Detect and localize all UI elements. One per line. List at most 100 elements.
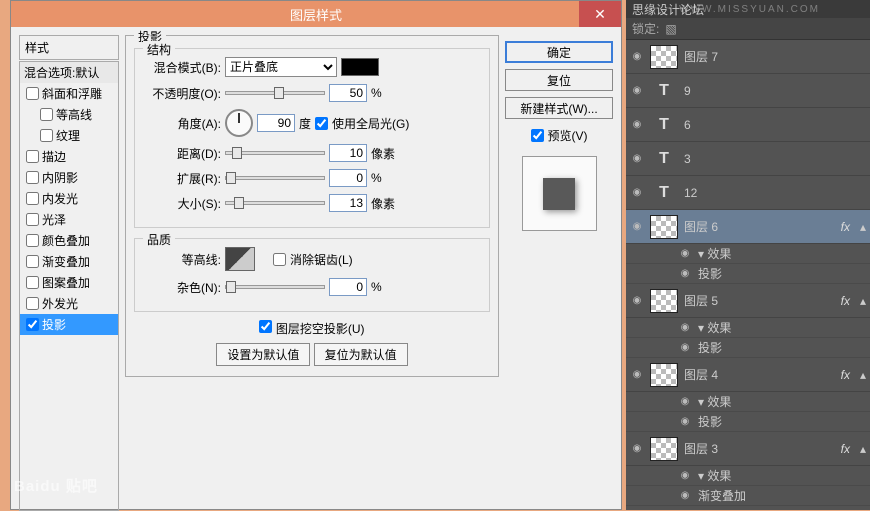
visibility-icon[interactable] [678,489,692,503]
style-checkbox[interactable] [26,150,39,163]
style-item-投影[interactable]: 投影 [20,314,118,335]
layer-row[interactable]: T12 [626,176,870,210]
fx-badge[interactable]: fx [841,368,850,382]
layer-effect-row[interactable]: ▾ 效果 [626,244,870,264]
style-item-内发光[interactable]: 内发光 [20,188,118,209]
expand-icon[interactable]: ▴ [860,220,866,234]
layer-effect-row[interactable]: 投影 [626,338,870,358]
spread-input[interactable] [329,169,367,187]
style-checkbox[interactable] [40,129,53,142]
style-item-外发光[interactable]: 外发光 [20,293,118,314]
layer-row[interactable]: 图层 6fx▴ [626,210,870,244]
visibility-icon[interactable] [678,321,692,335]
layer-thumbnail[interactable] [650,289,678,313]
layer-row[interactable]: 图层 3fx▴ [626,432,870,466]
noise-slider[interactable] [225,285,325,289]
style-item-图案叠加[interactable]: 图案叠加 [20,272,118,293]
style-checkbox[interactable] [26,234,39,247]
layer-row[interactable]: T6 [626,108,870,142]
close-button[interactable]: ✕ [579,1,621,27]
contour-picker[interactable] [225,247,255,271]
visibility-icon[interactable] [630,220,644,234]
visibility-icon[interactable] [630,152,644,166]
antialias-checkbox[interactable] [273,253,286,266]
layer-row[interactable]: 图层 5fx▴ [626,284,870,318]
expand-icon[interactable]: ▴ [860,442,866,456]
layer-effect-row[interactable]: 投影 [626,412,870,432]
fx-badge[interactable]: fx [841,442,850,456]
layer-thumbnail[interactable]: T [650,79,678,103]
angle-dial[interactable] [225,109,253,137]
visibility-icon[interactable] [630,186,644,200]
knockout-checkbox[interactable] [259,320,272,333]
preview-checkbox[interactable] [531,129,544,142]
style-checkbox[interactable] [40,108,53,121]
style-item-混合选项:默认[interactable]: 混合选项:默认 [20,62,118,83]
visibility-icon[interactable] [630,442,644,456]
style-item-内阴影[interactable]: 内阴影 [20,167,118,188]
expand-icon[interactable]: ▴ [860,294,866,308]
shadow-color-swatch[interactable] [341,58,379,76]
blend-mode-select[interactable]: 正片叠底 [225,57,337,77]
style-checkbox[interactable] [26,297,39,310]
visibility-icon[interactable] [678,469,692,483]
style-item-等高线[interactable]: 等高线 [20,104,118,125]
titlebar[interactable]: 图层样式 ✕ [11,1,621,27]
layer-thumbnail[interactable]: T [650,181,678,205]
style-checkbox[interactable] [26,87,39,100]
visibility-icon[interactable] [630,294,644,308]
style-item-颜色叠加[interactable]: 颜色叠加 [20,230,118,251]
style-item-光泽[interactable]: 光泽 [20,209,118,230]
ok-button[interactable]: 确定 [505,41,613,63]
size-input[interactable] [329,194,367,212]
opacity-input[interactable] [329,84,367,102]
layer-thumbnail[interactable] [650,45,678,69]
distance-slider[interactable] [225,151,325,155]
layer-thumbnail[interactable] [650,363,678,387]
new-style-button[interactable]: 新建样式(W)... [505,97,613,119]
global-light-checkbox[interactable] [315,117,328,130]
angle-input[interactable] [257,114,295,132]
style-checkbox[interactable] [26,171,39,184]
visibility-icon[interactable] [678,415,692,429]
layer-effect-row[interactable]: ▾ 效果 [626,466,870,486]
style-item-纹理[interactable]: 纹理 [20,125,118,146]
style-checkbox[interactable] [26,255,39,268]
style-checkbox[interactable] [26,276,39,289]
lock-icon[interactable]: ▧ [665,22,676,36]
layer-row[interactable]: T9 [626,74,870,108]
visibility-icon[interactable] [678,341,692,355]
visibility-icon[interactable] [678,267,692,281]
size-slider[interactable] [225,201,325,205]
visibility-icon[interactable] [678,247,692,261]
layer-thumbnail[interactable]: T [650,113,678,137]
style-item-描边[interactable]: 描边 [20,146,118,167]
layer-effect-row[interactable]: ▾ 效果 [626,392,870,412]
visibility-icon[interactable] [630,118,644,132]
style-item-渐变叠加[interactable]: 渐变叠加 [20,251,118,272]
style-checkbox[interactable] [26,318,39,331]
visibility-icon[interactable] [630,84,644,98]
fx-badge[interactable]: fx [841,220,850,234]
reset-default-button[interactable]: 复位为默认值 [314,343,408,366]
layer-thumbnail[interactable] [650,437,678,461]
visibility-icon[interactable] [678,395,692,409]
layer-effect-row[interactable]: ▾ 效果 [626,318,870,338]
layer-effect-row[interactable]: 渐变叠加 [626,486,870,506]
layer-thumbnail[interactable] [650,215,678,239]
visibility-icon[interactable] [630,368,644,382]
layer-row[interactable]: 图层 4fx▴ [626,358,870,392]
expand-icon[interactable]: ▴ [860,368,866,382]
style-checkbox[interactable] [26,192,39,205]
fx-badge[interactable]: fx [841,294,850,308]
style-item-斜面和浮雕[interactable]: 斜面和浮雕 [20,83,118,104]
layer-effect-row[interactable]: 投影 [626,264,870,284]
layer-row[interactable]: 图层 7 [626,40,870,74]
visibility-icon[interactable] [630,50,644,64]
opacity-slider[interactable] [225,91,325,95]
spread-slider[interactable] [225,176,325,180]
set-default-button[interactable]: 设置为默认值 [216,343,310,366]
layer-thumbnail[interactable]: T [650,147,678,171]
cancel-button[interactable]: 复位 [505,69,613,91]
layer-row[interactable]: T3 [626,142,870,176]
